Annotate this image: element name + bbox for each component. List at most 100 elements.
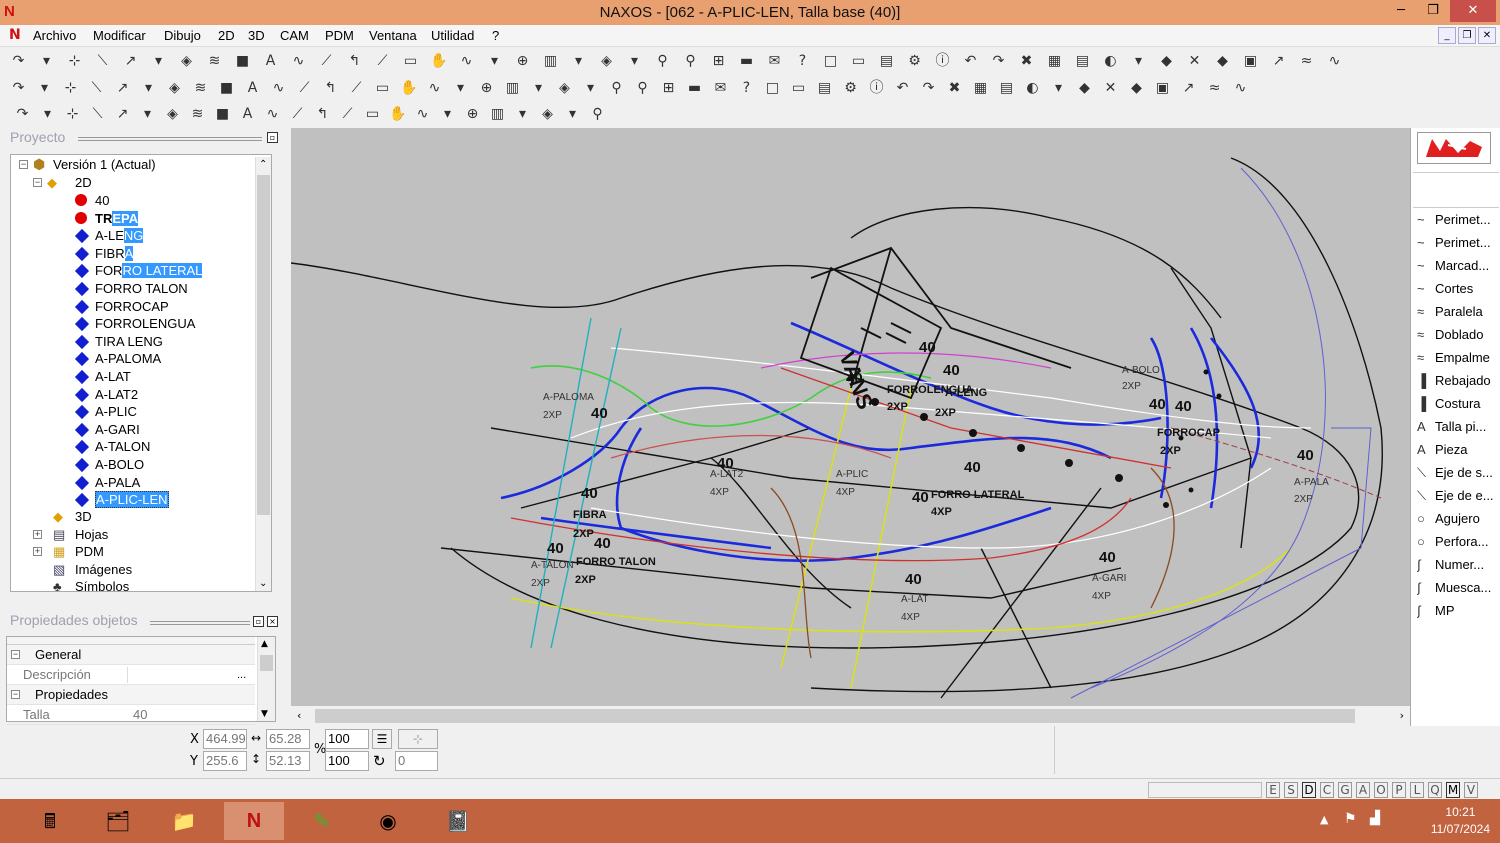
draw-tool-icon[interactable]: ∿ — [426, 80, 443, 97]
scale-y-field[interactable]: 100 — [325, 751, 369, 771]
main-tool-icon[interactable]: ≈ — [1298, 53, 1315, 70]
status-key-g[interactable]: G — [1338, 782, 1352, 798]
props-pin-icon[interactable]: ▫ — [253, 616, 264, 627]
tool-2[interactable]: ~ Perimet... — [1417, 232, 1500, 254]
x-coordinate-field[interactable]: 464.99 — [203, 729, 247, 749]
status-key-m[interactable]: M — [1446, 782, 1460, 798]
draw-tool-icon[interactable]: ∿ — [1232, 80, 1249, 97]
edit-tool-icon[interactable]: ∿ — [414, 106, 431, 123]
edit-tool-icon[interactable]: ⊹ — [64, 106, 81, 123]
edit-tool-icon[interactable]: ◈ — [539, 106, 556, 123]
tool-3[interactable]: ~ Marcad... — [1417, 255, 1500, 277]
draw-tool-icon[interactable]: ✕ — [1102, 80, 1119, 97]
descripcion-field[interactable] — [127, 667, 253, 683]
naxos-taskbar-icon[interactable]: N — [224, 802, 284, 840]
draw-tool-icon[interactable]: ▾ — [140, 80, 157, 97]
draw-tool-icon[interactable]: ? — [738, 80, 755, 97]
draw-tool-icon[interactable]: ∿ — [270, 80, 287, 97]
tool-11[interactable]: A Pieza — [1417, 439, 1500, 461]
tool-15[interactable]: ○ Perfora... — [1417, 531, 1500, 553]
main-tool-icon[interactable]: A — [262, 53, 279, 70]
tool-12[interactable]: ⟍ Eje de s... — [1417, 462, 1500, 484]
pattern-drawing[interactable]: A-PALOMA2XP 4040FORROLENGUAA-LENG2XP 2XP40… — [291, 128, 1410, 706]
draw-tool-icon[interactable]: ⓘ — [868, 80, 885, 97]
tool-1[interactable]: ~ Perimet... — [1417, 209, 1500, 231]
main-tool-icon[interactable]: ⚲ — [682, 53, 699, 70]
main-tool-icon[interactable]: ⟋ — [318, 53, 335, 70]
tray-arrow-icon[interactable]: ▲ — [1320, 813, 1328, 826]
calculator-taskbar-icon[interactable]: 🖩 — [20, 802, 80, 840]
tool-7[interactable]: ≈ Empalme — [1417, 347, 1500, 369]
draw-tool-icon[interactable]: ▾ — [1050, 80, 1067, 97]
edit-tool-icon[interactable]: ≋ — [189, 106, 206, 123]
tool-4[interactable]: ~ Cortes — [1417, 278, 1500, 300]
draw-tool-icon[interactable]: ↗ — [114, 80, 131, 97]
draw-tool-icon[interactable]: ▭ — [374, 80, 391, 97]
main-tool-icon[interactable]: ↗ — [122, 53, 139, 70]
menu-utilidad[interactable]: Utilidad — [431, 28, 474, 43]
menu-pdm[interactable]: PDM — [325, 28, 354, 43]
drawing-canvas[interactable]: A-PALOMA 2XP 40 40 FORROLENGUA A-LENG 2XP 2XP 40… — [291, 128, 1410, 706]
tool-18[interactable]: ∫ MP — [1417, 600, 1500, 622]
main-tool-icon[interactable]: ▾ — [570, 53, 587, 70]
draw-tool-icon[interactable]: ▣ — [1154, 80, 1171, 97]
main-tool-icon[interactable]: ∿ — [458, 53, 475, 70]
main-tool-icon[interactable]: ◆ — [1158, 53, 1175, 70]
menu-archivo[interactable]: Archivo — [33, 28, 76, 43]
main-tool-icon[interactable]: ⊞ — [710, 53, 727, 70]
pin-icon[interactable]: ▫ — [267, 132, 278, 143]
draw-tool-icon[interactable]: ⚙ — [842, 80, 859, 97]
edit-tool-icon[interactable]: ↷ — [14, 106, 31, 123]
descripcion-browse-button[interactable]: ... — [237, 665, 246, 685]
draw-tool-icon[interactable]: ▤ — [998, 80, 1015, 97]
expand-icon[interactable]: + — [33, 547, 42, 557]
tool-14[interactable]: ○ Agujero — [1417, 508, 1500, 530]
status-key-v[interactable]: V — [1464, 782, 1478, 798]
mdi-minimize-icon[interactable]: _ — [1438, 27, 1456, 44]
main-tool-icon[interactable]: ∿ — [1326, 53, 1343, 70]
tool-17[interactable]: ∫ Muesca... — [1417, 577, 1500, 599]
collapse-root-icon[interactable]: − — [19, 160, 28, 169]
main-tool-icon[interactable]: ■ — [234, 53, 251, 70]
maximize-button[interactable]: ❐ — [1418, 0, 1448, 22]
status-key-a[interactable]: A — [1356, 782, 1370, 798]
status-key-c[interactable]: C — [1320, 782, 1334, 798]
menu-modificar[interactable]: Modificar — [93, 28, 146, 43]
main-tool-icon[interactable]: ▥ — [542, 53, 559, 70]
folder-taskbar-icon[interactable]: 📁 — [154, 802, 214, 840]
edit-tool-icon[interactable]: ⟋ — [289, 106, 306, 123]
draw-tool-icon[interactable]: ⚲ — [634, 80, 651, 97]
edit-tool-icon[interactable]: ▾ — [564, 106, 581, 123]
main-tool-icon[interactable]: ▭ — [850, 53, 867, 70]
hscroll-thumb[interactable] — [315, 709, 1355, 723]
main-tool-icon[interactable]: ⓘ — [934, 53, 951, 70]
draw-tool-icon[interactable]: ▾ — [36, 80, 53, 97]
edit-tool-icon[interactable]: ⟍ — [89, 106, 106, 123]
edit-tool-icon[interactable]: ◈ — [164, 106, 181, 123]
edit-tool-icon[interactable]: ▥ — [489, 106, 506, 123]
scroll-down-icon[interactable]: ⌄ — [259, 578, 267, 589]
menu-dibujo[interactable]: Dibujo — [164, 28, 201, 43]
draw-tool-icon[interactable]: ↷ — [920, 80, 937, 97]
tree-scrollbar[interactable]: ⌃ ⌄ — [255, 157, 271, 591]
chrome-taskbar-icon[interactable]: ◉ — [358, 802, 418, 840]
draw-tool-icon[interactable]: ⊹ — [62, 80, 79, 97]
main-tool-icon[interactable]: ↰ — [346, 53, 363, 70]
edit-tool-icon[interactable]: ⟋ — [339, 106, 356, 123]
hscroll-right-icon[interactable]: › — [1400, 709, 1404, 722]
main-tool-icon[interactable]: ⚲ — [654, 53, 671, 70]
main-tool-icon[interactable]: ◈ — [598, 53, 615, 70]
draw-tool-icon[interactable]: ■ — [218, 80, 235, 97]
collapse-general-icon[interactable]: − — [11, 650, 20, 659]
draw-tool-icon[interactable]: ◐ — [1024, 80, 1041, 97]
main-tool-icon[interactable]: ◐ — [1102, 53, 1119, 70]
main-tool-icon[interactable]: ⟋ — [374, 53, 391, 70]
main-tool-icon[interactable]: ▾ — [38, 53, 55, 70]
edit-tool-icon[interactable]: ▾ — [514, 106, 531, 123]
expand-icon[interactable]: + — [33, 529, 42, 539]
status-key-p[interactable]: P — [1392, 782, 1406, 798]
main-tool-icon[interactable]: ⚙ — [906, 53, 923, 70]
edit-tool-icon[interactable]: ▭ — [364, 106, 381, 123]
collapse-propiedades-icon[interactable]: − — [11, 690, 20, 699]
explorer-taskbar-icon[interactable]: 🗂 — [88, 802, 148, 840]
